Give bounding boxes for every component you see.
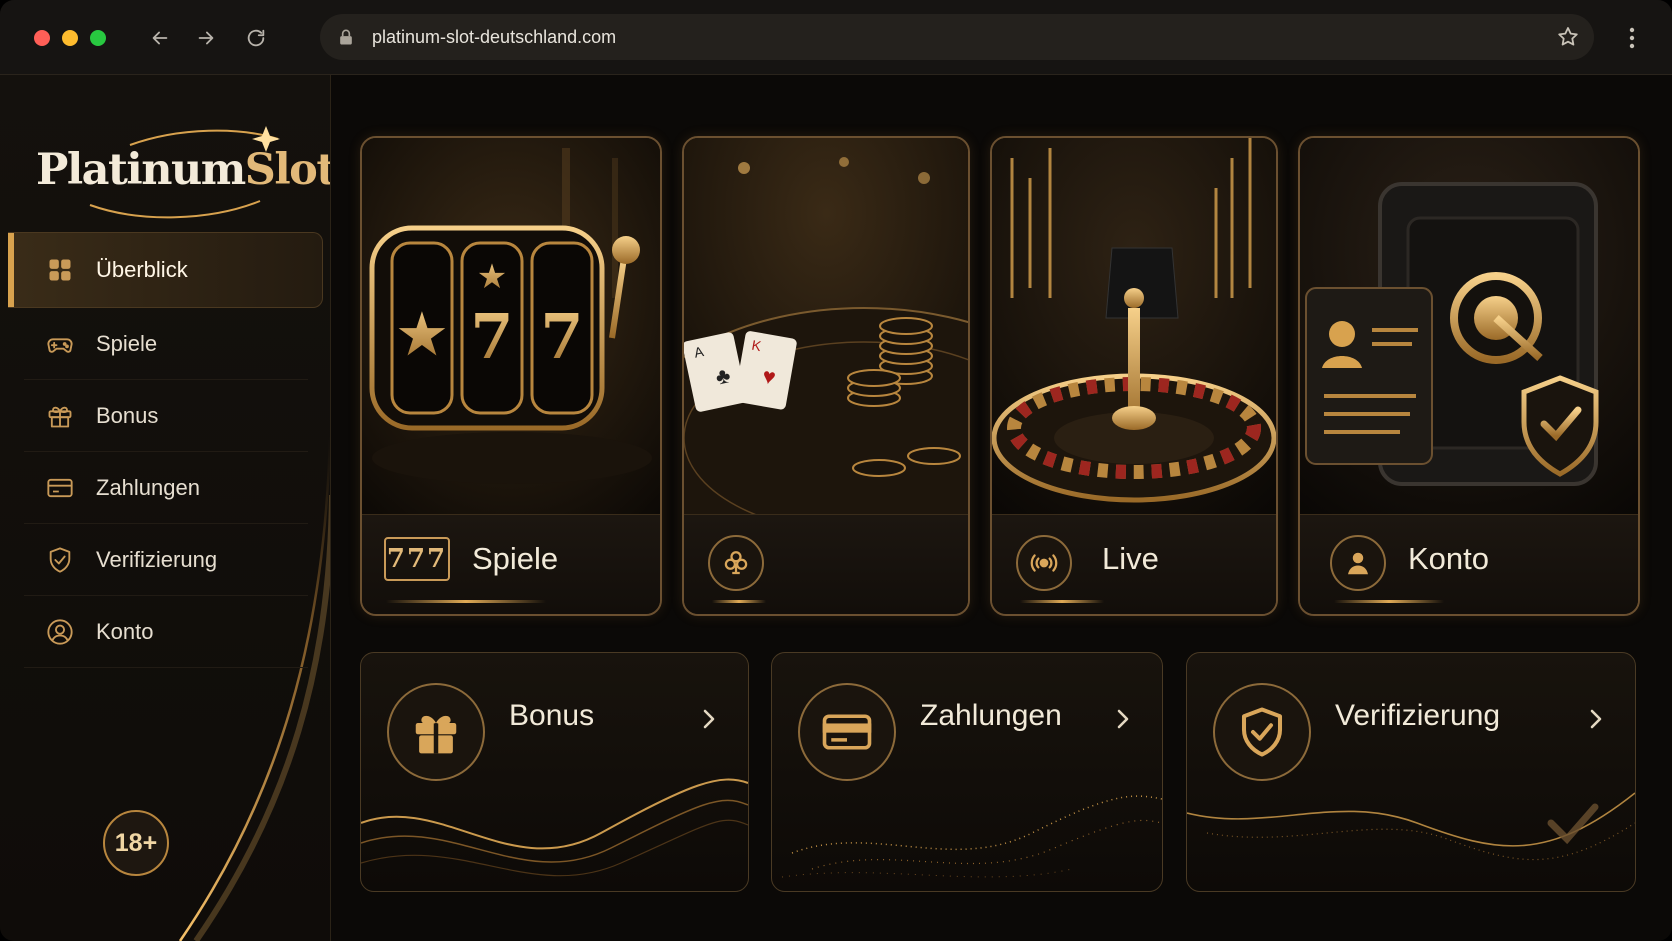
sidebar-item-konto[interactable]: Konto: [24, 596, 308, 668]
back-button[interactable]: [144, 22, 176, 54]
browser-window: platinum-slot-deutschland.com PlatinumSl…: [0, 0, 1672, 941]
card-label: Spiele: [472, 541, 559, 576]
lock-icon: [340, 29, 352, 45]
card-label: Live: [1102, 541, 1159, 576]
sidebar-item-zahlungen[interactable]: Zahlungen: [24, 452, 308, 524]
gold-wave-decoration: [361, 778, 748, 877]
card-underline: [1020, 600, 1104, 603]
url-text: platinum-slot-deutschland.com: [372, 27, 617, 47]
minimize-window-button[interactable]: [62, 30, 78, 46]
browser-toolbar: platinum-slot-deutschland.com: [0, 0, 1672, 75]
slot-777-icon: 777: [384, 537, 450, 581]
tile-label: Bonus: [509, 699, 595, 732]
broadcast-icon: [1016, 535, 1072, 591]
card-icon: [47, 478, 73, 497]
card-underline: [712, 600, 766, 603]
card-footer: Konto: [1300, 514, 1638, 614]
sidebar-item-verifizierung[interactable]: Verifizierung: [24, 524, 308, 596]
sidebar-item-label: Verifizierung: [96, 546, 218, 572]
gamepad-icon: [47, 337, 73, 353]
slot-machine-image: ★ 7 7 ★: [362, 138, 660, 514]
tile-label: Verifizierung: [1335, 699, 1501, 732]
platinum-slots-logo[interactable]: PlatinumSlots: [20, 105, 330, 235]
card-konto[interactable]: Konto: [1298, 136, 1640, 616]
sidebar-item-label: Spiele: [96, 330, 158, 356]
browser-menu-icon[interactable]: [1622, 24, 1642, 52]
gold-dust-decoration: [781, 795, 1162, 878]
card-footer: Live: [992, 514, 1276, 614]
roulette-image: [992, 138, 1276, 514]
tile-label: Zahlungen: [920, 699, 1062, 732]
forward-button[interactable]: [190, 22, 222, 54]
card-underline: [1334, 600, 1444, 603]
tile-bonus[interactable]: Bonus: [360, 652, 749, 892]
sidebar: PlatinumSlots Überblick Spiele Bonus Zah…: [0, 75, 331, 941]
sidebar-item-spiele[interactable]: Spiele: [24, 308, 308, 380]
sidebar-item-label: Konto: [96, 618, 154, 644]
chevron-right-icon: [1117, 709, 1129, 729]
logo-word-platinum: Platinum: [36, 145, 246, 195]
age-restriction-badge: 18+: [103, 810, 169, 876]
tile-zahlungen[interactable]: Zahlungen: [771, 652, 1163, 892]
user-icon: [1330, 535, 1386, 591]
card-footer: [684, 514, 968, 614]
arrow-left-icon: [152, 31, 168, 45]
shield-check-icon: [49, 546, 71, 573]
address-bar[interactable]: platinum-slot-deutschland.com: [320, 14, 1594, 60]
card-label: Konto: [1408, 541, 1490, 576]
sidebar-item-bonus[interactable]: Bonus: [24, 380, 308, 452]
svg-text:7: 7: [540, 300, 583, 373]
maximize-window-button[interactable]: [90, 30, 106, 46]
sidebar-nav: Überblick Spiele Bonus Zahlungen Verifiz…: [8, 232, 323, 668]
close-window-button[interactable]: [34, 30, 50, 46]
chevron-right-icon: [1590, 709, 1602, 729]
bookmark-star-icon[interactable]: [1556, 25, 1580, 49]
card-tischspiele[interactable]: A ♣ K ♥: [682, 136, 970, 616]
reload-button[interactable]: [240, 22, 272, 54]
club-icon: [708, 535, 764, 591]
card-table-image: A ♣ K ♥: [684, 138, 968, 514]
gold-wave-check-decoration: [1187, 792, 1635, 861]
sidebar-item-uberblick[interactable]: Überblick: [8, 232, 323, 308]
reload-icon: [247, 29, 265, 47]
card-live[interactable]: Live: [990, 136, 1278, 616]
gift-icon: [48, 406, 72, 427]
svg-text:7: 7: [470, 300, 513, 373]
sidebar-item-label: Überblick: [96, 257, 188, 282]
chevron-right-icon: [703, 709, 715, 729]
user-circle-icon: [47, 618, 73, 645]
svg-text:★: ★: [398, 302, 446, 366]
card-footer: 777 Spiele: [362, 514, 660, 614]
tile-verifizierung[interactable]: Verifizierung: [1186, 652, 1636, 892]
card-underline: [386, 600, 546, 603]
logo-word-slots: Slots: [244, 145, 330, 195]
sidebar-item-label: Bonus: [96, 402, 159, 428]
safe-image: [1300, 138, 1638, 514]
logo-text: PlatinumSlots: [36, 145, 330, 195]
card-spiele[interactable]: ★ 7 7 ★ 777 Spiele: [360, 136, 662, 616]
arrow-right-icon: [198, 31, 214, 45]
sidebar-item-label: Zahlungen: [96, 474, 200, 500]
svg-text:★: ★: [477, 257, 507, 297]
grid-icon: [49, 259, 71, 281]
